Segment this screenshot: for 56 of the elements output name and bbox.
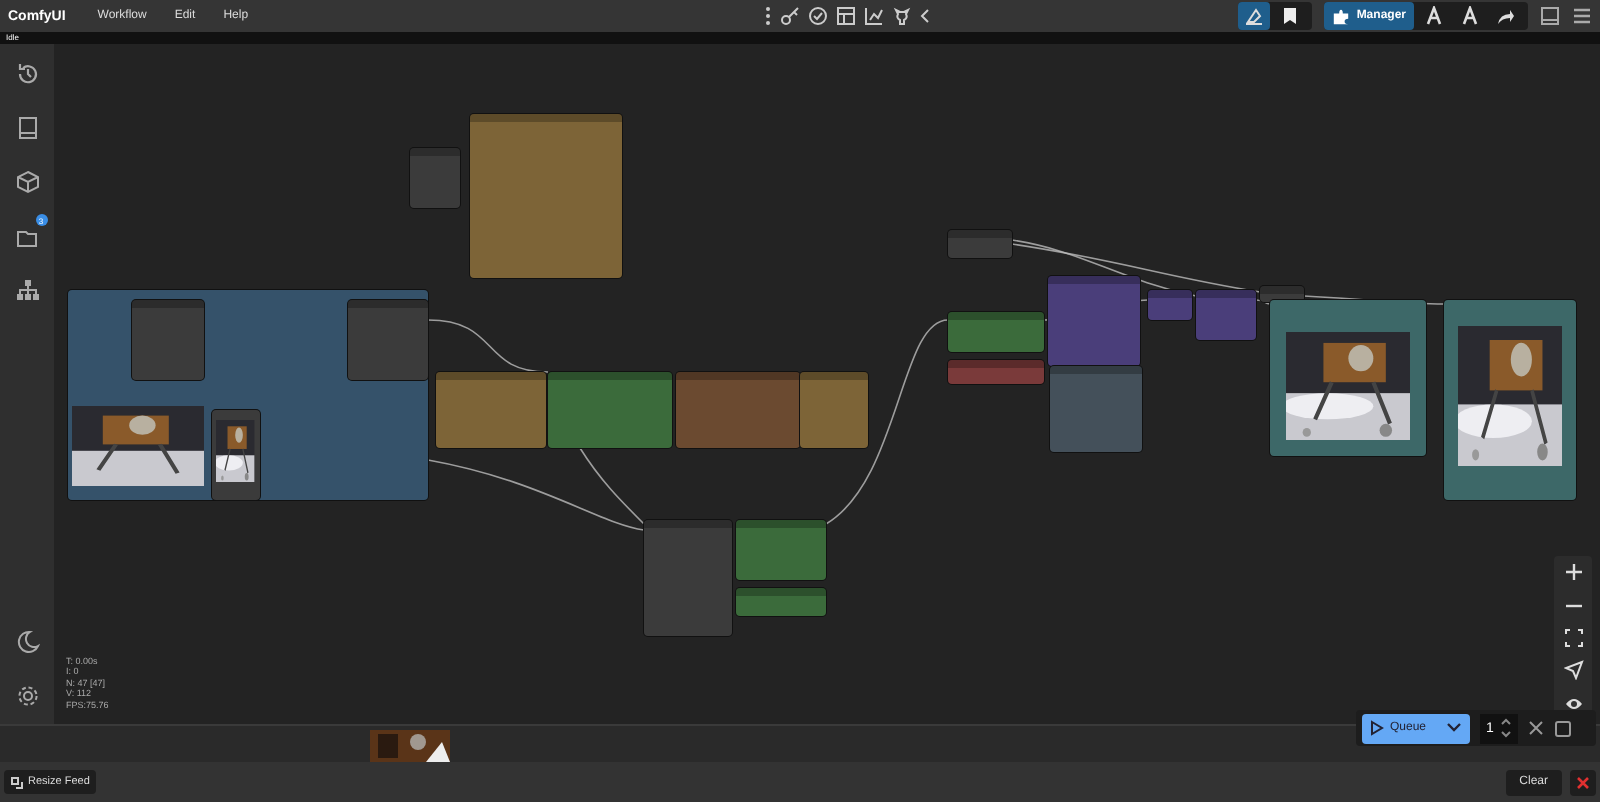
eraser-icon	[1244, 6, 1265, 26]
graph-node[interactable]	[644, 520, 732, 636]
queue-dropdown[interactable]	[1438, 713, 1470, 743]
cube-icon[interactable]	[15, 170, 39, 194]
graph-node[interactable]	[1148, 290, 1192, 320]
play-icon	[1370, 720, 1384, 736]
graph-node[interactable]	[470, 114, 622, 278]
fit-view-icon[interactable]	[1563, 627, 1583, 648]
moon-icon[interactable]	[15, 630, 39, 654]
graph-node[interactable]	[1270, 300, 1426, 456]
graph-node[interactable]	[736, 588, 826, 616]
graph-node[interactable]	[1048, 276, 1140, 366]
zoom-in-icon[interactable]	[1563, 562, 1583, 583]
share-icon[interactable]	[1496, 6, 1516, 26]
resize-icon	[10, 775, 24, 789]
graph-node[interactable]	[548, 372, 672, 448]
graph-node[interactable]	[1260, 286, 1304, 302]
graph-node[interactable]	[212, 410, 260, 500]
graph-node[interactable]	[1050, 366, 1142, 452]
stop-icon[interactable]	[1553, 719, 1572, 737]
graph-node[interactable]	[736, 520, 826, 580]
chevron-down-icon	[1446, 722, 1462, 734]
panel-toggle-icon[interactable]	[1540, 6, 1560, 26]
menu-icon[interactable]	[1572, 6, 1592, 26]
history-icon[interactable]	[15, 62, 39, 86]
graph-node[interactable]	[948, 360, 1044, 384]
send-icon[interactable]	[1563, 660, 1583, 681]
graph-node[interactable]	[1196, 290, 1256, 340]
graph-node[interactable]	[410, 148, 460, 208]
graph-node[interactable]	[800, 372, 868, 448]
stepper-icon[interactable]	[1499, 718, 1512, 738]
close-icon[interactable]	[1527, 720, 1544, 736]
check-circle-icon[interactable]	[808, 6, 829, 26]
bookmark-icon	[1282, 6, 1299, 26]
graph-node[interactable]	[676, 372, 800, 448]
key-icon[interactable]	[780, 6, 801, 26]
eraser-toggle[interactable]	[1238, 2, 1271, 30]
puzzle-icon	[1332, 7, 1351, 25]
more-icon[interactable]	[764, 6, 773, 26]
folder-icon[interactable]	[15, 226, 39, 250]
close-icon	[1576, 775, 1590, 789]
chevron-left-icon[interactable]	[920, 6, 933, 26]
book-icon[interactable]	[15, 116, 39, 140]
graph-node[interactable]	[348, 300, 428, 380]
close-button[interactable]	[1570, 769, 1596, 795]
chart-icon[interactable]	[864, 6, 885, 26]
hierarchy-icon[interactable]	[15, 278, 39, 302]
link-wire	[427, 319, 549, 373]
graph-node[interactable]	[948, 230, 1012, 258]
graph-node[interactable]	[436, 372, 546, 448]
panel-icon[interactable]	[836, 6, 857, 26]
graph-node[interactable]	[948, 312, 1044, 352]
settings-icon[interactable]	[15, 684, 39, 708]
graph-node[interactable]	[1444, 300, 1576, 500]
eye-icon[interactable]	[1563, 693, 1583, 714]
graph-node[interactable]	[132, 300, 204, 380]
